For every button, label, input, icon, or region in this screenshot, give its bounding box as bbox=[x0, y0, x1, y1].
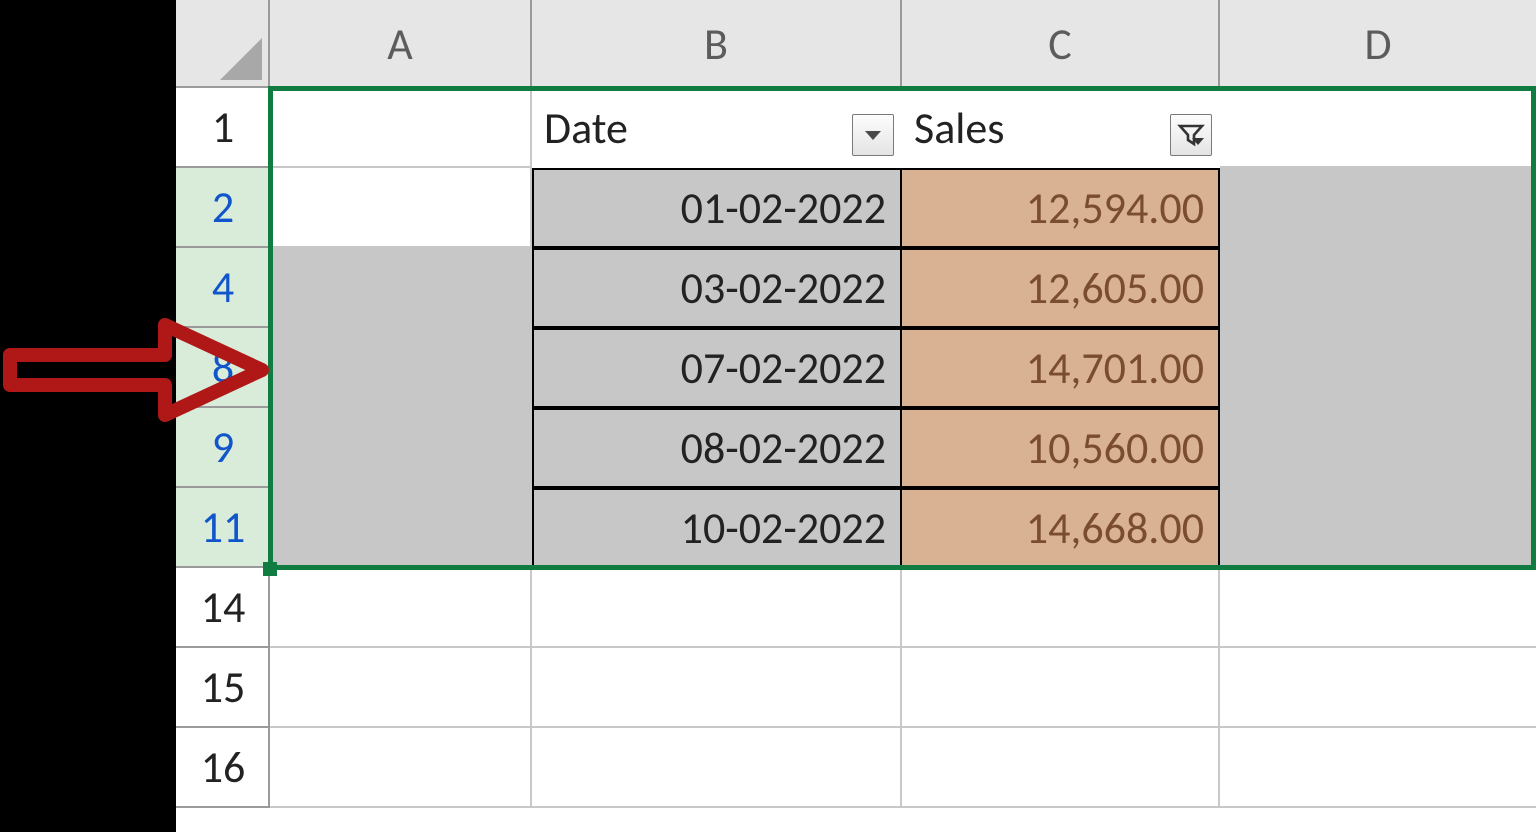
cell-D2[interactable] bbox=[1220, 168, 1536, 248]
chevron-down-icon bbox=[861, 123, 885, 147]
row-number: 14 bbox=[201, 580, 246, 634]
cell-C16[interactable] bbox=[902, 728, 1220, 808]
row-header-14[interactable]: 14 bbox=[176, 568, 270, 648]
cell-A4[interactable] bbox=[270, 248, 532, 328]
cell-D16[interactable] bbox=[1220, 728, 1536, 808]
row-number: 2 bbox=[212, 180, 234, 234]
select-all-corner[interactable] bbox=[176, 0, 270, 88]
funnel-filter-icon bbox=[1177, 121, 1205, 149]
cell-B8-date[interactable]: 07-02-2022 bbox=[532, 328, 902, 408]
cell-value: 07-02-2022 bbox=[681, 341, 886, 395]
cell-C4-sales[interactable]: 12,605.00 bbox=[902, 248, 1220, 328]
cell-value: 14,701.00 bbox=[1026, 341, 1204, 395]
row-number: 16 bbox=[201, 740, 246, 794]
left-black-margin bbox=[0, 0, 176, 832]
column-label: D bbox=[1364, 17, 1391, 71]
cell-B14[interactable] bbox=[532, 568, 902, 648]
cell-B11-date[interactable]: 10-02-2022 bbox=[532, 488, 902, 568]
row-number: 1 bbox=[212, 100, 234, 154]
header-text: Sales bbox=[914, 101, 1005, 155]
table-left-border bbox=[532, 168, 534, 568]
row-number: 8 bbox=[212, 340, 234, 394]
cell-C14[interactable] bbox=[902, 568, 1220, 648]
row-header-1[interactable]: 1 bbox=[176, 88, 270, 168]
cell-A14[interactable] bbox=[270, 568, 532, 648]
row-header-11[interactable]: 11 bbox=[176, 488, 270, 568]
row-header-8[interactable]: 8 bbox=[176, 328, 270, 408]
cell-value: 01-02-2022 bbox=[681, 181, 886, 235]
cell-D15[interactable] bbox=[1220, 648, 1536, 728]
row-header-2[interactable]: 2 bbox=[176, 168, 270, 248]
column-label: A bbox=[387, 17, 412, 71]
cell-A11[interactable] bbox=[270, 488, 532, 568]
filter-button-sales-active[interactable] bbox=[1170, 114, 1212, 156]
column-header-B[interactable]: B bbox=[532, 0, 902, 88]
cell-value: 14,668.00 bbox=[1026, 501, 1204, 555]
column-header-D[interactable]: D bbox=[1220, 0, 1536, 88]
cell-C15[interactable] bbox=[902, 648, 1220, 728]
cell-B16[interactable] bbox=[532, 728, 902, 808]
row-number: 4 bbox=[212, 260, 234, 314]
cell-value: 10,560.00 bbox=[1026, 421, 1204, 475]
column-label: B bbox=[704, 17, 728, 71]
row-number: 11 bbox=[201, 500, 246, 554]
cell-value: 12,605.00 bbox=[1026, 261, 1204, 315]
cell-D9[interactable] bbox=[1220, 408, 1536, 488]
cell-B4-date[interactable]: 03-02-2022 bbox=[532, 248, 902, 328]
cell-D4[interactable] bbox=[1220, 248, 1536, 328]
cell-C2-sales[interactable]: 12,594.00 bbox=[902, 168, 1220, 248]
column-label: C bbox=[1048, 17, 1071, 71]
cell-value: 03-02-2022 bbox=[681, 261, 886, 315]
cell-D14[interactable] bbox=[1220, 568, 1536, 648]
cell-value: 10-02-2022 bbox=[681, 501, 886, 555]
cell-value: 08-02-2022 bbox=[681, 421, 886, 475]
cell-A8[interactable] bbox=[270, 328, 532, 408]
cell-D1[interactable] bbox=[1220, 88, 1536, 168]
header-text: Date bbox=[544, 101, 628, 155]
cell-D8[interactable] bbox=[1220, 328, 1536, 408]
select-all-triangle-icon bbox=[220, 38, 262, 80]
cell-D11[interactable] bbox=[1220, 488, 1536, 568]
cell-B1-header[interactable]: Date bbox=[532, 88, 902, 168]
cell-A1[interactable] bbox=[270, 88, 532, 168]
cell-C8-sales[interactable]: 14,701.00 bbox=[902, 328, 1220, 408]
row-number: 15 bbox=[201, 660, 246, 714]
cell-A2[interactable] bbox=[270, 168, 532, 248]
cell-value: 12,594.00 bbox=[1026, 181, 1204, 235]
cell-A9[interactable] bbox=[270, 408, 532, 488]
cell-A15[interactable] bbox=[270, 648, 532, 728]
row-header-15[interactable]: 15 bbox=[176, 648, 270, 728]
spreadsheet-viewport: A B C D 1 2 4 8 9 11 14 15 16 Date Sales… bbox=[0, 0, 1536, 832]
row-header-9[interactable]: 9 bbox=[176, 408, 270, 488]
row-header-16[interactable]: 16 bbox=[176, 728, 270, 808]
cell-B9-date[interactable]: 08-02-2022 bbox=[532, 408, 902, 488]
row-number: 9 bbox=[212, 420, 234, 474]
row-header-4[interactable]: 4 bbox=[176, 248, 270, 328]
column-header-C[interactable]: C bbox=[902, 0, 1220, 88]
cell-C11-sales[interactable]: 14,668.00 bbox=[902, 488, 1220, 568]
cell-B15[interactable] bbox=[532, 648, 902, 728]
cell-B2-date[interactable]: 01-02-2022 bbox=[532, 168, 902, 248]
cell-A16[interactable] bbox=[270, 728, 532, 808]
filter-button-date[interactable] bbox=[852, 114, 894, 156]
column-header-A[interactable]: A bbox=[270, 0, 532, 88]
cell-C9-sales[interactable]: 10,560.00 bbox=[902, 408, 1220, 488]
